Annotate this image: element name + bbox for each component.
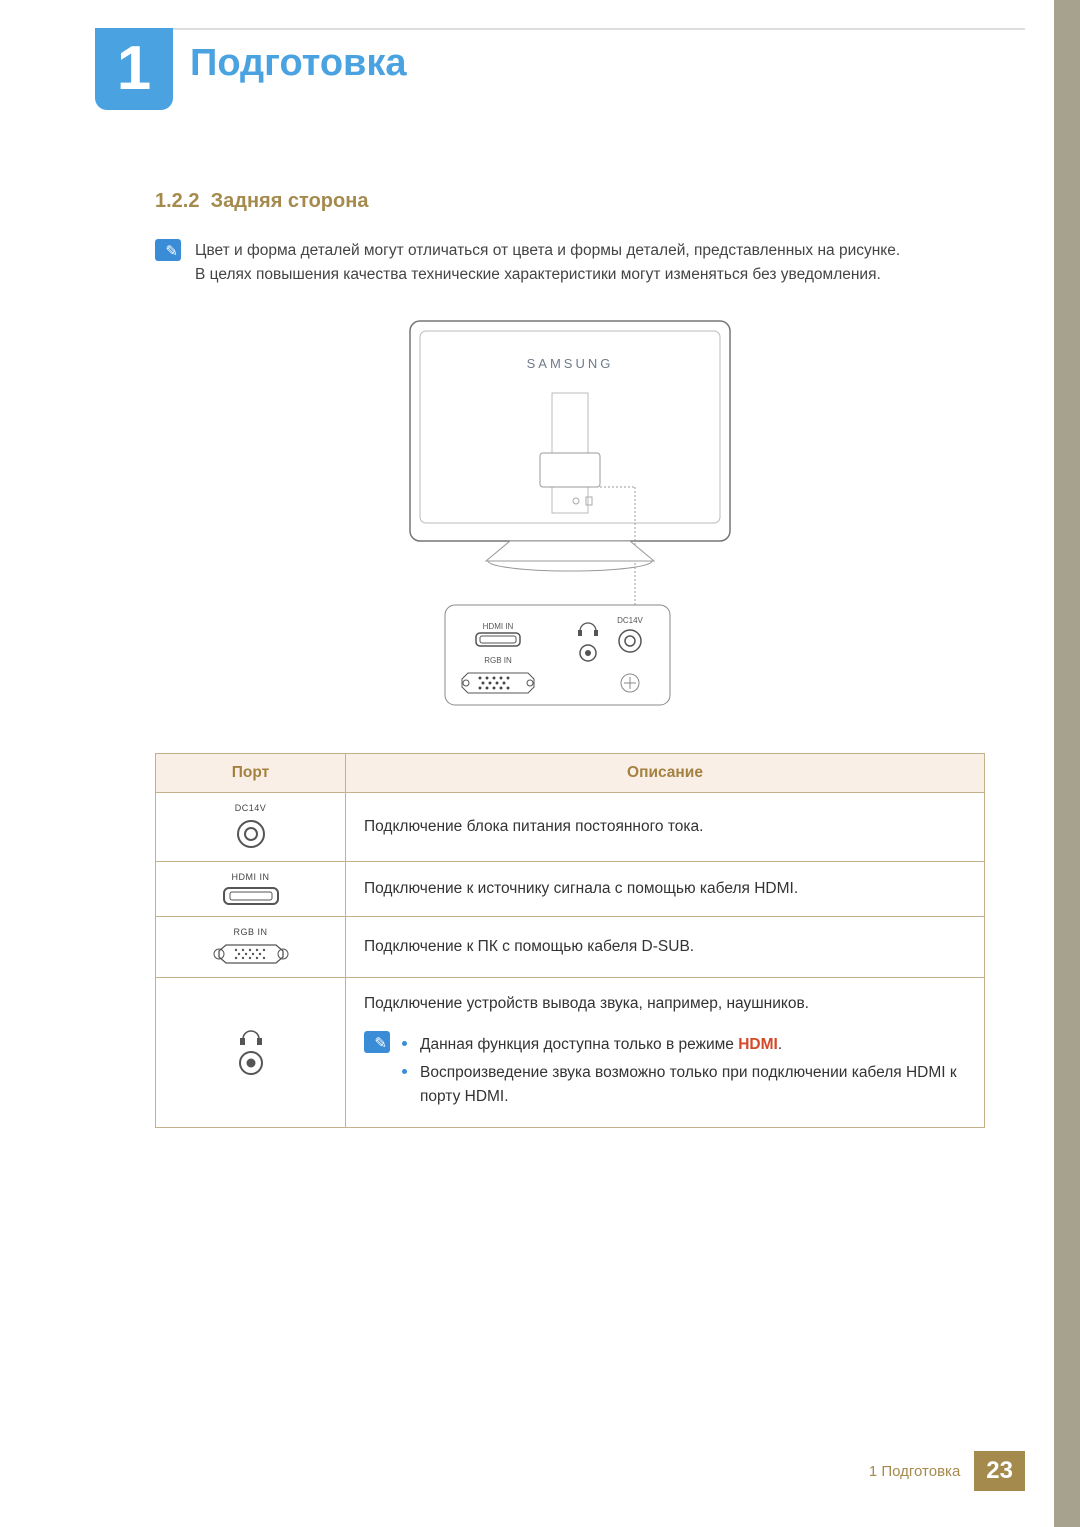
hdmi-emphasis: HDMI bbox=[738, 1036, 778, 1053]
audio-bullets: Данная функция доступна только в режиме … bbox=[402, 1029, 966, 1113]
table-row: Подключение устройств вывода звука, напр… bbox=[156, 978, 985, 1128]
desc-cell: Подключение блока питания постоянного то… bbox=[346, 793, 985, 862]
brand-text: SAMSUNG bbox=[527, 356, 614, 371]
desc-cell: Подключение к источнику сигнала с помощь… bbox=[346, 862, 985, 917]
section-number: 1.2.2 bbox=[155, 190, 199, 212]
side-stripe bbox=[1054, 0, 1080, 1527]
section-header: 1.2.2 Задняя сторона bbox=[155, 190, 985, 213]
top-rule bbox=[95, 28, 1025, 30]
desc-cell-audio: Подключение устройств вывода звука, напр… bbox=[346, 978, 985, 1128]
desc-cell: Подключение к ПК с помощью кабеля D-SUB. bbox=[346, 917, 985, 978]
note-line1: Цвет и форма деталей могут отличаться от… bbox=[195, 239, 900, 263]
note-line2: В целях повышения качества технические х… bbox=[195, 263, 900, 287]
table-row: RGB IN Подключение к ПК с помощью кабеля… bbox=[156, 917, 985, 978]
footer-page-number: 23 bbox=[974, 1451, 1025, 1491]
port-cell-dc: DC14V bbox=[156, 793, 346, 862]
content-area: 1.2.2 Задняя сторона Цвет и форма детале… bbox=[155, 190, 985, 1128]
port-cell-rgb: RGB IN bbox=[156, 917, 346, 978]
port-cell-hdmi: HDMI IN bbox=[156, 862, 346, 917]
top-note: Цвет и форма деталей могут отличаться от… bbox=[155, 239, 985, 287]
port-label: RGB IN bbox=[162, 927, 339, 937]
pencil-note-icon bbox=[364, 1031, 390, 1053]
table-row: DC14V Подключение блока питания постоянн… bbox=[156, 793, 985, 862]
audio-desc-line: Подключение устройств вывода звука, напр… bbox=[364, 992, 966, 1017]
callout-dc-label: DC14V bbox=[617, 616, 643, 625]
dc-jack-icon bbox=[162, 817, 339, 851]
footer-breadcrumb: 1 Подготовка bbox=[869, 1451, 974, 1491]
callout-hdmi-label: HDMI IN bbox=[483, 622, 514, 631]
ports-table: Порт Описание DC14V Подключение блока пи… bbox=[155, 753, 985, 1128]
pencil-note-icon bbox=[155, 239, 181, 261]
monitor-rear-diagram: SAMSUNG HDMI IN RGB IN bbox=[390, 313, 750, 723]
footer: 1 Подготовка 23 bbox=[869, 1451, 1025, 1491]
rear-view-figure: SAMSUNG HDMI IN RGB IN bbox=[155, 313, 985, 723]
note-text: Цвет и форма деталей могут отличаться от… bbox=[195, 239, 900, 287]
chapter-number-box: 1 bbox=[95, 28, 173, 110]
port-cell-audio bbox=[156, 978, 346, 1128]
hdmi-port-icon bbox=[162, 886, 339, 906]
chapter-title: Подготовка bbox=[190, 42, 407, 85]
th-port: Порт bbox=[156, 754, 346, 793]
list-item: Данная функция доступна только в режиме … bbox=[402, 1033, 966, 1057]
dsub-port-icon bbox=[162, 941, 339, 967]
section-title: Задняя сторона bbox=[211, 190, 369, 212]
callout-rgb-label: RGB IN bbox=[484, 656, 512, 665]
chapter-number: 1 bbox=[117, 38, 151, 100]
list-item: Воспроизведение звука возможно только пр… bbox=[402, 1061, 966, 1109]
th-desc: Описание bbox=[346, 754, 985, 793]
table-row: HDMI IN Подключение к источнику сигнала … bbox=[156, 862, 985, 917]
port-label: HDMI IN bbox=[162, 872, 339, 882]
inline-note: Данная функция доступна только в режиме … bbox=[364, 1029, 966, 1113]
port-label: DC14V bbox=[162, 803, 339, 813]
headphone-jack-icon bbox=[162, 1027, 339, 1077]
